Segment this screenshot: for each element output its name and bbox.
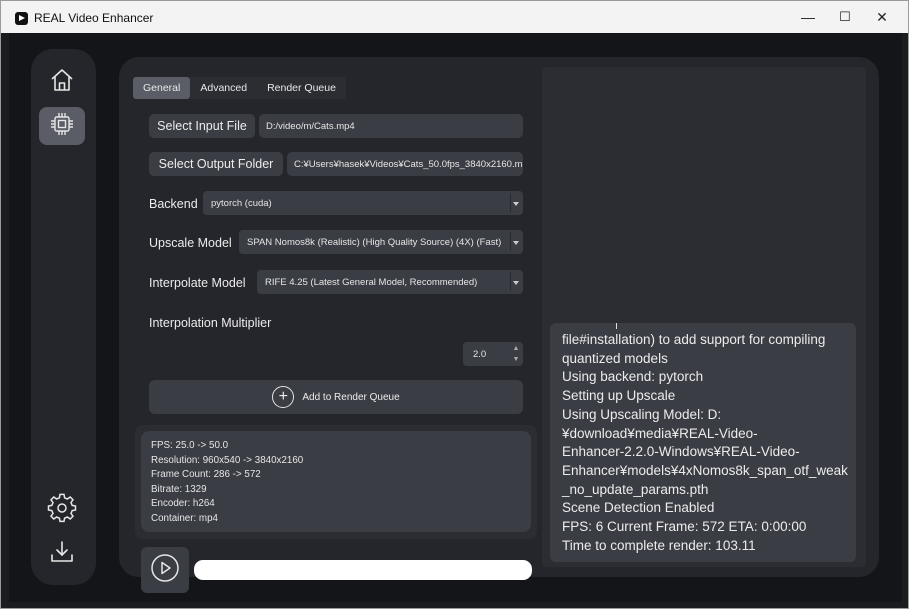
- spin-up-arrow-icon[interactable]: ▲: [511, 343, 521, 354]
- render-log[interactable]: file#installation) to add support for co…: [550, 323, 856, 562]
- title-bar: REAL Video Enhancer — ☐ ✕: [1, 1, 908, 33]
- render-progress-bar: [194, 560, 532, 580]
- info-bitrate: Bitrate: 1329: [151, 483, 207, 495]
- plus-circle-icon: +: [272, 386, 295, 408]
- select-output-folder-button[interactable]: Select Output Folder: [149, 152, 283, 176]
- log-line: Using Upscaling Model: D:: [562, 406, 722, 422]
- interpolate-model-value: RIFE 4.25 (Latest General Model, Recomme…: [265, 276, 478, 288]
- log-line: _no_update_params.pth: [562, 481, 709, 497]
- log-line: quantized models: [562, 350, 668, 366]
- log-line: Enhancer¥models¥4xNomos8k_span_otf_weak: [562, 462, 848, 478]
- log-line: Time to complete render: 103.11: [562, 537, 756, 553]
- upscale-model-select[interactable]: SPAN Nomos8k (Realistic) (High Quality S…: [239, 230, 523, 254]
- app-logo-icon: [15, 12, 28, 25]
- log-line: FPS: 6 Current Frame: 572 ETA: 0:00:00: [562, 519, 807, 535]
- play-icon: [150, 553, 180, 588]
- interpolate-model-select[interactable]: RIFE 4.25 (Latest General Model, Recomme…: [257, 270, 523, 294]
- log-line: Enhancer-2.2.0-Windows¥REAL-Video-: [562, 444, 800, 460]
- info-fps: FPS: 25.0 -> 50.0: [151, 440, 229, 451]
- tab-bar: General Advanced Render Queue: [133, 77, 346, 99]
- video-info-panel: FPS: 25.0 -> 50.0 Resolution: 960x540 ->…: [135, 425, 537, 539]
- log-line: ¥download¥media¥REAL-Video-: [562, 425, 758, 441]
- backend-select[interactable]: pytorch (cuda): [203, 191, 523, 215]
- log-line: Scene Detection Enabled: [562, 500, 715, 516]
- info-container: Container: mp4: [151, 512, 218, 524]
- settings-button[interactable]: [39, 491, 85, 529]
- home-button[interactable]: [39, 63, 85, 101]
- info-frame-count: Frame Count: 286 -> 572: [151, 469, 261, 481]
- tab-general[interactable]: General: [133, 77, 191, 99]
- input-file-path[interactable]: D:/video/m/Cats.mp4: [259, 114, 523, 138]
- select-input-file-button[interactable]: Select Input File: [149, 114, 255, 138]
- log-line: file#installation) to add support for co…: [562, 332, 826, 347]
- tab-render-queue[interactable]: Render Queue: [257, 77, 346, 99]
- close-button[interactable]: ✕: [864, 1, 900, 33]
- home-icon: [48, 66, 76, 99]
- backend-value: pytorch (cuda): [211, 197, 272, 209]
- info-encoder: Encoder: h264: [151, 498, 215, 510]
- tab-advanced[interactable]: Advanced: [190, 77, 258, 99]
- preview-panel: file#installation) to add support for co…: [542, 67, 866, 567]
- add-to-render-queue-label: Add to Render Queue: [302, 391, 400, 403]
- log-line: Setting up Upscale: [562, 388, 676, 404]
- sidebar: [31, 49, 96, 585]
- output-folder-path[interactable]: C:¥Users¥hasek¥Videos¥Cats_50.0fps_3840x…: [287, 152, 523, 176]
- download-icon: [48, 538, 76, 571]
- multiplier-value: 2.0: [473, 348, 487, 360]
- interpolation-multiplier-label: Interpolation Multiplier: [149, 316, 272, 330]
- app-window: REAL Video Enhancer — ☐ ✕ General Advanc…: [0, 0, 909, 609]
- chip-icon: [48, 110, 76, 143]
- backend-label: Backend: [149, 197, 198, 211]
- maximize-button[interactable]: ☐: [827, 1, 863, 33]
- text-caret: [616, 323, 617, 329]
- spin-down-arrow-icon[interactable]: ▼: [511, 354, 521, 365]
- start-render-button[interactable]: [141, 547, 189, 593]
- interpolate-model-label: Interpolate Model: [149, 276, 246, 290]
- interpolation-multiplier-spinbox[interactable]: 2.0 ▲ ▼: [463, 342, 523, 366]
- gear-icon: [47, 493, 77, 528]
- minimize-button[interactable]: —: [790, 1, 826, 33]
- upscale-model-label: Upscale Model: [149, 236, 232, 250]
- log-line: Using backend: pytorch: [562, 369, 704, 385]
- process-button[interactable]: [39, 107, 85, 145]
- upscale-model-value: SPAN Nomos8k (Realistic) (High Quality S…: [247, 236, 502, 248]
- video-info-box: FPS: 25.0 -> 50.0 Resolution: 960x540 ->…: [141, 431, 531, 532]
- main-panel: General Advanced Render Queue Select Inp…: [119, 57, 879, 593]
- add-to-render-queue-button[interactable]: + Add to Render Queue: [149, 380, 523, 414]
- window-title: REAL Video Enhancer: [34, 11, 154, 25]
- info-resolution: Resolution: 960x540 -> 3840x2160: [151, 454, 304, 466]
- download-button[interactable]: [39, 535, 85, 573]
- app-content: General Advanced Render Queue Select Inp…: [9, 33, 902, 602]
